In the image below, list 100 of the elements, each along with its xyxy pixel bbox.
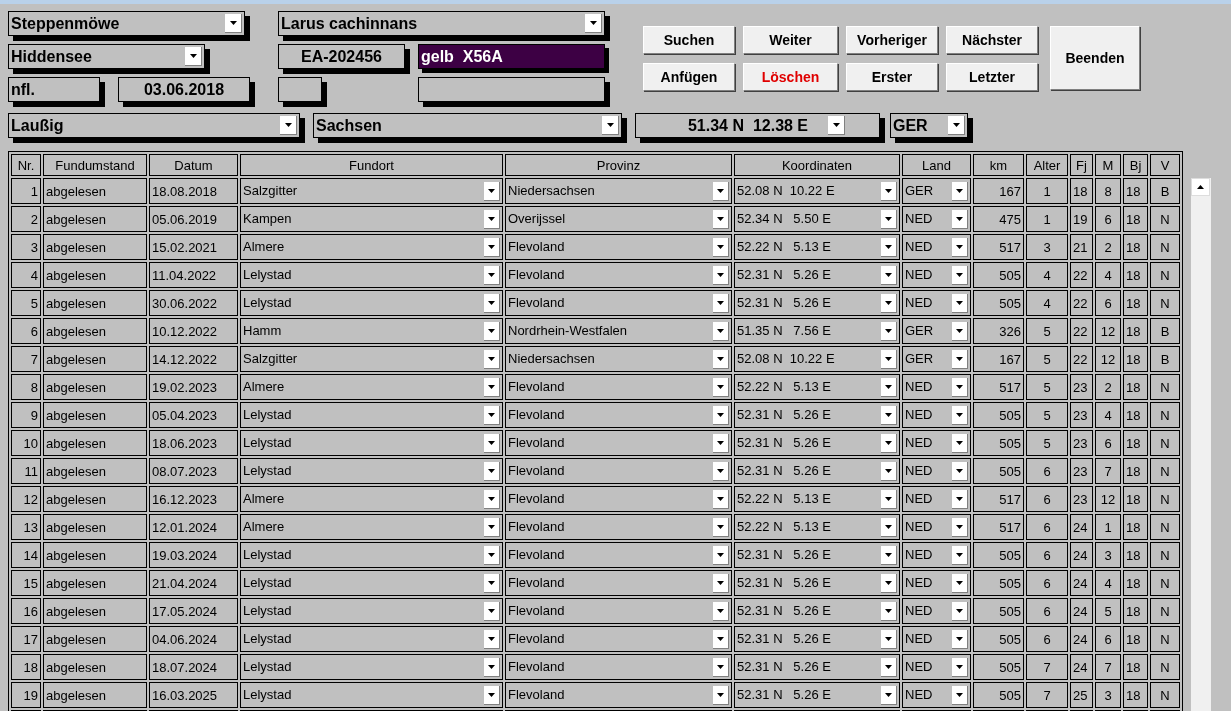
dropdown-button[interactable] [952,266,968,285]
dropdown-button[interactable] [484,294,500,313]
combo-box[interactable]: NED [902,626,971,652]
combo-box[interactable]: NED [902,598,971,624]
combo-box[interactable]: Flevoland [505,262,732,288]
dropdown-button[interactable] [952,658,968,677]
combo-box[interactable]: Lelystad [240,570,503,596]
toolbar-button[interactable]: Anfügen [643,63,735,91]
combo-box[interactable]: Salzgitter [240,178,503,204]
combo-box[interactable]: Lelystad [240,458,503,484]
scroll-up-button[interactable] [1191,178,1210,196]
combo-box[interactable]: 52.31 N 5.26 E [734,570,900,596]
dropdown-button[interactable] [881,518,897,537]
combo-box[interactable]: 52.31 N 5.26 E [734,458,900,484]
toolbar-button[interactable]: Löschen [743,63,838,91]
dropdown-button[interactable] [713,322,729,341]
combo-box[interactable]: Almere [240,234,503,260]
combo-box[interactable]: NED [902,374,971,400]
dropdown-button[interactable] [881,490,897,509]
dropdown-button[interactable] [484,182,500,201]
dropdown-button[interactable] [484,686,500,705]
dropdown-button[interactable] [484,210,500,229]
dropdown-button[interactable] [484,490,500,509]
dropdown-button[interactable] [713,490,729,509]
combo-box[interactable]: Flevoland [505,598,732,624]
combo-box[interactable]: 52.31 N 5.26 E [734,654,900,680]
combo-box[interactable]: 52.34 N 5.50 E [734,206,900,232]
dropdown-button[interactable] [585,14,602,33]
dropdown-button[interactable] [713,378,729,397]
dropdown-button[interactable] [881,182,897,201]
dropdown-button[interactable] [484,546,500,565]
dropdown-button[interactable] [952,434,968,453]
dropdown-button[interactable] [952,630,968,649]
combo-box[interactable]: Flevoland [505,654,732,680]
dropdown-button[interactable] [952,518,968,537]
dropdown-button[interactable] [713,602,729,621]
dropdown-button[interactable] [881,658,897,677]
combo-box[interactable]: NED [902,206,971,232]
combo-box[interactable]: NED [902,290,971,316]
dropdown-button[interactable] [952,602,968,621]
combo-box[interactable]: Kampen [240,206,503,232]
toolbar-button[interactable]: Weiter [743,26,838,54]
combo-box[interactable]: 52.08 N 10.22 E [734,178,900,204]
combo-box[interactable]: 52.08 N 10.22 E [734,346,900,372]
toolbar-button[interactable]: Nächster [946,26,1038,54]
dropdown-button[interactable] [881,546,897,565]
toolbar-button[interactable]: Suchen [643,26,735,54]
dropdown-button[interactable] [713,294,729,313]
dropdown-button[interactable] [225,14,242,33]
dropdown-button[interactable] [713,462,729,481]
dropdown-button[interactable] [881,378,897,397]
combo-box[interactable]: Almere [240,514,503,540]
dropdown-button[interactable] [484,518,500,537]
dropdown-button[interactable] [713,210,729,229]
combo-box[interactable]: Lelystad [240,402,503,428]
dropdown-button[interactable] [484,602,500,621]
combo-box[interactable]: Lelystad [240,654,503,680]
dropdown-button[interactable] [952,322,968,341]
dropdown-button[interactable] [881,602,897,621]
dropdown-button[interactable] [952,182,968,201]
toolbar-button[interactable]: Erster [846,63,938,91]
dropdown-button[interactable] [881,322,897,341]
combo-box[interactable]: NED [902,654,971,680]
dropdown-button[interactable] [881,630,897,649]
dropdown-button[interactable] [713,658,729,677]
dropdown-button[interactable] [881,350,897,369]
combo-box[interactable]: Almere [240,486,503,512]
combo-box[interactable]: Nordrhein-Westfalen [505,318,732,344]
dropdown-button[interactable] [881,462,897,481]
combo-box[interactable]: 52.22 N 5.13 E [734,374,900,400]
combo-box[interactable]: 52.31 N 5.26 E [734,290,900,316]
combo-box[interactable]: Flevoland [505,514,732,540]
exit-button[interactable]: Beenden [1050,26,1140,90]
dropdown-button[interactable] [952,294,968,313]
combo-box[interactable]: 52.31 N 5.26 E [734,262,900,288]
dropdown-button[interactable] [484,238,500,257]
combo-box[interactable]: Flevoland [505,374,732,400]
dropdown-button[interactable] [881,686,897,705]
dropdown-button[interactable] [713,574,729,593]
dropdown-button[interactable] [952,238,968,257]
dropdown-button[interactable] [713,350,729,369]
dropdown-button[interactable] [713,266,729,285]
dropdown-button[interactable] [713,630,729,649]
combo-box[interactable]: Lelystad [240,430,503,456]
dropdown-button[interactable] [484,322,500,341]
dropdown-button[interactable] [952,406,968,425]
dropdown-button[interactable] [952,210,968,229]
dropdown-button[interactable] [185,47,202,66]
combo-box[interactable]: Flevoland [505,234,732,260]
toolbar-button[interactable]: Vorheriger [846,26,938,54]
dropdown-button[interactable] [952,546,968,565]
combo-box[interactable]: Flevoland [505,486,732,512]
combo-box[interactable]: Almere [240,374,503,400]
combo-box[interactable]: Flevoland [505,542,732,568]
dropdown-button[interactable] [484,630,500,649]
dropdown-button[interactable] [952,686,968,705]
dropdown-button[interactable] [881,434,897,453]
combo-box[interactable]: NED [902,542,971,568]
combo-box[interactable]: NED [902,682,971,708]
combo-box[interactable]: NED [902,262,971,288]
